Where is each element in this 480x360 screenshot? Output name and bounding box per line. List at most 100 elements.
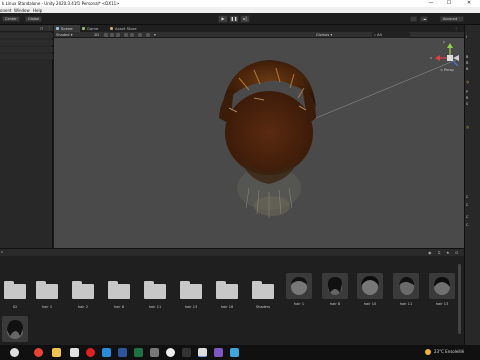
asset-model[interactable]: hair 1	[284, 273, 314, 313]
orientation-gizmo[interactable]	[435, 43, 459, 67]
hair-model-thumbnail	[322, 273, 348, 299]
account-dropdown[interactable]: Account	[440, 16, 464, 22]
inspector-line: B	[466, 67, 469, 71]
asset-folder[interactable]: 02	[0, 276, 30, 316]
scene-tab-bar: Scene Game Asset Store ⋮	[54, 25, 464, 32]
folder-icon	[214, 276, 240, 302]
eye-icon[interactable]: ◉	[428, 250, 432, 255]
tab-asset-store[interactable]: Asset Store	[108, 25, 148, 32]
terminal-icon[interactable]	[182, 348, 191, 357]
asset-folder[interactable]: hair 11	[140, 276, 170, 316]
folder-icon	[106, 276, 132, 302]
hair-model-thumbnail	[393, 273, 419, 299]
audio-icon[interactable]	[110, 33, 114, 37]
inspector-line: C	[466, 223, 469, 227]
window-title: k Linux Standalone - Unity 2020.3.41f1 P…	[2, 1, 120, 6]
asset-model[interactable]: hair 8	[320, 273, 350, 313]
pause-button[interactable]: ❚❚	[229, 15, 239, 23]
lighting-icon[interactable]	[104, 33, 108, 37]
folder-icon	[2, 276, 28, 302]
gizmo-axis-x: x	[430, 56, 433, 60]
weather-text[interactable]: 23°C Ensoleillé	[434, 349, 464, 354]
inspector-line: I	[466, 35, 468, 39]
hierarchy-row[interactable]	[0, 40, 53, 45]
app-icon[interactable]	[70, 348, 79, 357]
close-button[interactable]: ✕	[462, 0, 476, 7]
more-icon[interactable]: ⋮	[454, 26, 458, 31]
unity-icon[interactable]	[198, 348, 207, 357]
hair-model-thumbnail	[357, 273, 383, 299]
vs-icon[interactable]	[214, 348, 223, 357]
minimize-button[interactable]: —	[424, 0, 438, 7]
tools-icon[interactable]	[138, 33, 142, 37]
media-icon[interactable]	[150, 348, 159, 357]
project-scrollbar[interactable]	[458, 264, 461, 334]
hierarchy-panel: ⊓ ⋮	[0, 25, 53, 248]
cloud-icon[interactable]: ☁	[420, 16, 428, 22]
effects-icon[interactable]	[116, 33, 120, 37]
hair-model-thumbnail	[2, 316, 28, 342]
inspector-line: P	[466, 90, 469, 94]
inspector-line: ◎	[466, 125, 470, 129]
asset-model[interactable]: hair 11	[391, 273, 421, 313]
explorer-icon[interactable]	[52, 348, 61, 357]
photo-icon[interactable]	[230, 348, 239, 357]
asset-folder[interactable]: hair 8	[104, 276, 134, 316]
count-badge: ⊡	[455, 250, 459, 255]
tab-game[interactable]: Game	[80, 25, 108, 32]
scene-viewport[interactable]: y x < Persp	[54, 38, 464, 248]
scene-canvas	[219, 43, 459, 218]
pivot-center-button[interactable]: Center	[2, 16, 20, 22]
inspector-line: C	[466, 215, 469, 219]
step-button[interactable]: ▸|	[240, 15, 250, 23]
chrome-icon[interactable]	[34, 348, 43, 357]
asset-folder[interactable]: Shaders	[248, 276, 278, 316]
lock-icon[interactable]: ⊓	[40, 26, 43, 31]
asset-model[interactable]: hair 13	[427, 273, 457, 313]
tab-scene[interactable]: Scene	[54, 25, 80, 32]
beard-tip	[254, 196, 290, 216]
head-shape	[225, 91, 313, 175]
pivot-global-button[interactable]: Global	[25, 16, 43, 22]
maximize-button[interactable]: ☐	[442, 0, 456, 7]
asset-folder[interactable]: hair 1	[32, 276, 62, 316]
folder-icon	[178, 276, 204, 302]
asset-folder[interactable]: hair 2	[68, 276, 98, 316]
sheets-icon[interactable]	[134, 348, 143, 357]
selection-line	[303, 59, 457, 124]
folder-icon	[34, 276, 60, 302]
more-icon[interactable]: ⋮	[47, 25, 51, 30]
asset-model[interactable]: hair 10	[355, 273, 385, 313]
folder-icon	[70, 276, 96, 302]
hierarchy-row[interactable]	[0, 33, 53, 38]
persp-label[interactable]: < Persp	[440, 68, 454, 72]
asset-folder[interactable]: hair 13	[176, 276, 206, 316]
game-icon	[82, 27, 85, 30]
star-icon[interactable]: ★	[446, 250, 450, 255]
collab-button[interactable]	[410, 16, 417, 22]
window-titlebar: k Linux Standalone - Unity 2020.3.41f1 P…	[0, 0, 480, 7]
edge-icon[interactable]	[102, 348, 111, 357]
opera-icon[interactable]	[86, 348, 95, 357]
hierarchy-header: ⊓ ⋮	[0, 25, 53, 32]
project-header: s ◉ ⌗ ★ ⊡	[0, 248, 464, 256]
camera-icon[interactable]	[130, 33, 134, 37]
search-icon[interactable]	[10, 348, 19, 357]
hidden-objects-icon[interactable]	[124, 33, 128, 37]
project-tab[interactable]: s	[1, 250, 3, 254]
inspector-line: C	[466, 195, 469, 199]
hierarchy-row[interactable]	[0, 54, 53, 59]
hair-model-thumbnail	[286, 273, 312, 299]
asset-folder[interactable]: hair 16	[212, 276, 242, 316]
filter-icon[interactable]: ⌗	[438, 250, 440, 255]
inspector-line: R	[466, 96, 469, 100]
inspector-line: S	[466, 102, 469, 106]
gizmo-axis-y: y	[443, 40, 446, 44]
hierarchy-row[interactable]	[0, 47, 53, 52]
word-icon[interactable]	[118, 348, 127, 357]
grid-icon[interactable]	[146, 33, 150, 37]
folder-icon	[250, 276, 276, 302]
play-button[interactable]: ▶	[218, 15, 228, 23]
scene-icon	[56, 27, 59, 30]
steam-icon[interactable]	[166, 348, 175, 357]
